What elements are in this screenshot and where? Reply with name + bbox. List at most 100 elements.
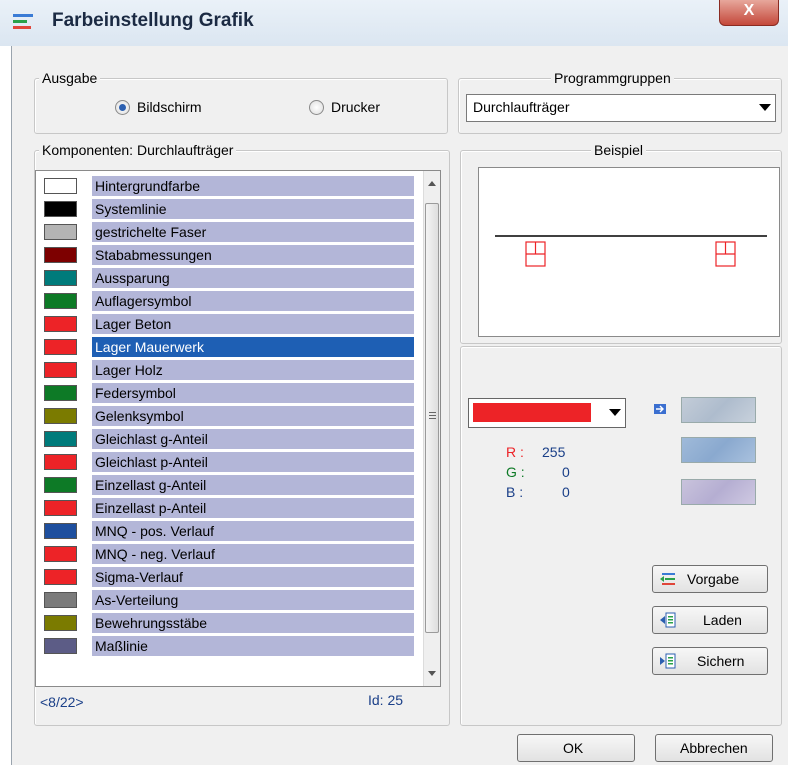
list-item[interactable]: Maßlinie <box>36 634 420 657</box>
list-item[interactable]: Lager Holz <box>36 358 420 381</box>
window-title: Farbeinstellung Grafik <box>52 10 254 31</box>
radio-drucker-label: Drucker <box>331 99 381 115</box>
list-item-label: Gleichlast g-Anteil <box>92 429 414 449</box>
list-item-label: Sigma-Verlauf <box>92 567 414 587</box>
arrow-right-icon[interactable] <box>654 404 666 414</box>
list-item-label: Auflagersymbol <box>92 291 414 311</box>
list-id: Id: 25 <box>368 692 404 708</box>
title-bar: Farbeinstellung Grafik X <box>0 0 788 46</box>
list-item-label: Aussparung <box>92 268 414 288</box>
ausgabe-legend: Ausgabe <box>39 69 101 87</box>
color-dropdown[interactable] <box>468 398 626 428</box>
texture-swatch-3[interactable] <box>681 479 756 505</box>
color-swatch <box>44 178 77 194</box>
g-value: 0 <box>562 464 570 480</box>
list-item[interactable]: Hintergrundfarbe <box>36 174 420 197</box>
grip-icon <box>429 412 436 413</box>
support-symbol-left <box>525 241 546 267</box>
beam-preview-graphic <box>495 235 767 267</box>
list-item[interactable]: Aussparung <box>36 266 420 289</box>
list-item[interactable]: Gelenksymbol <box>36 404 420 427</box>
list-item[interactable]: Sigma-Verlauf <box>36 565 420 588</box>
r-label: R : <box>506 444 524 460</box>
chevron-down-icon <box>609 409 621 416</box>
list-item[interactable]: Gleichlast p-Anteil <box>36 450 420 473</box>
list-item-label: Lager Mauerwerk <box>92 337 414 357</box>
color-swatch <box>44 615 77 631</box>
komponenten-legend: Komponenten: Durchlaufträger <box>39 141 237 159</box>
list-item[interactable]: MNQ - neg. Verlauf <box>36 542 420 565</box>
list-item[interactable]: gestrichelte Faser <box>36 220 420 243</box>
list-item-label: As-Verteilung <box>92 590 414 610</box>
b-value: 0 <box>562 484 570 500</box>
list-item-label: MNQ - pos. Verlauf <box>92 521 414 541</box>
abbrechen-button[interactable]: Abbrechen <box>655 734 773 762</box>
vorgabe-icon <box>660 573 675 585</box>
list-item[interactable]: Bewehrungsstäbe <box>36 611 420 634</box>
sichern-label: Sichern <box>697 653 745 669</box>
color-swatch <box>44 270 77 286</box>
scroll-up-icon[interactable] <box>428 181 436 186</box>
color-swatch <box>44 477 77 493</box>
radio-bildschirm[interactable]: Bildschirm <box>115 99 202 115</box>
app-icon <box>13 14 33 29</box>
g-label: G : <box>506 464 525 480</box>
laden-button[interactable]: Laden <box>652 606 768 634</box>
list-item-label: Einzellast p-Anteil <box>92 498 414 518</box>
list-item[interactable]: As-Verteilung <box>36 588 420 611</box>
list-item-label: Bewehrungsstäbe <box>92 613 414 633</box>
color-swatch <box>44 247 77 263</box>
list-item-label: Einzellast g-Anteil <box>92 475 414 495</box>
color-swatch <box>44 431 77 447</box>
list-item[interactable]: Federsymbol <box>36 381 420 404</box>
list-scrollbar[interactable] <box>423 171 440 686</box>
color-swatch <box>44 638 77 654</box>
list-item[interactable]: Lager Beton <box>36 312 420 335</box>
list-item[interactable]: Stababmessungen <box>36 243 420 266</box>
texture-swatch-2[interactable] <box>681 437 756 463</box>
list-item[interactable]: Auflagersymbol <box>36 289 420 312</box>
color-swatch <box>44 569 77 585</box>
list-item-label: MNQ - neg. Verlauf <box>92 544 414 564</box>
scroll-down-icon[interactable] <box>428 671 436 676</box>
color-swatch <box>44 224 77 240</box>
list-item-label: Gelenksymbol <box>92 406 414 426</box>
list-item-label: Maßlinie <box>92 636 414 656</box>
ausgabe-group: Ausgabe Bildschirm Drucker <box>34 69 448 134</box>
komponenten-list[interactable]: Hintergrundfarbe Systemlinie gestrichelte … <box>35 170 441 687</box>
beispiel-preview <box>478 167 780 337</box>
support-symbol-right <box>715 241 736 267</box>
list-item-label: Hintergrundfarbe <box>92 176 414 196</box>
vorgabe-button[interactable]: Vorgabe <box>652 565 768 593</box>
list-item[interactable]: Gleichlast g-Anteil <box>36 427 420 450</box>
list-item[interactable]: Einzellast p-Anteil <box>36 496 420 519</box>
list-item-label: Lager Holz <box>92 360 414 380</box>
beispiel-legend: Beispiel <box>591 141 647 159</box>
programmgruppen-value: Durchlaufträger <box>473 99 570 115</box>
dialog-body: Ausgabe Bildschirm Drucker Programmgrupp… <box>11 46 788 765</box>
sichern-button[interactable]: Sichern <box>652 647 768 675</box>
color-swatch <box>44 592 77 608</box>
programmgruppen-legend: Programmgruppen <box>551 69 674 87</box>
color-swatch <box>44 385 77 401</box>
list-item[interactable]: Systemlinie <box>36 197 420 220</box>
radio-drucker-dot <box>309 99 324 115</box>
radio-drucker[interactable]: Drucker <box>309 99 380 115</box>
list-position: <8/22> <box>40 694 84 710</box>
list-item[interactable]: MNQ - pos. Verlauf <box>36 519 420 542</box>
b-label: B : <box>506 484 524 500</box>
ok-button[interactable]: OK <box>517 734 635 762</box>
scroll-thumb[interactable] <box>425 203 439 633</box>
color-swatch <box>44 201 77 217</box>
color-swatch <box>44 408 77 424</box>
programmgruppen-dropdown[interactable]: Durchlaufträger <box>466 94 776 122</box>
chevron-down-icon <box>759 104 771 111</box>
list-item[interactable]: Lager Mauerwerk <box>36 335 420 358</box>
list-item[interactable]: Einzellast g-Anteil <box>36 473 420 496</box>
folder-load-icon <box>660 612 676 628</box>
texture-swatch-1[interactable] <box>681 397 756 423</box>
vorgabe-label: Vorgabe <box>687 571 740 587</box>
close-button[interactable]: X <box>719 0 779 26</box>
save-icon <box>660 653 676 669</box>
list-item-label: Gleichlast p-Anteil <box>92 452 414 472</box>
